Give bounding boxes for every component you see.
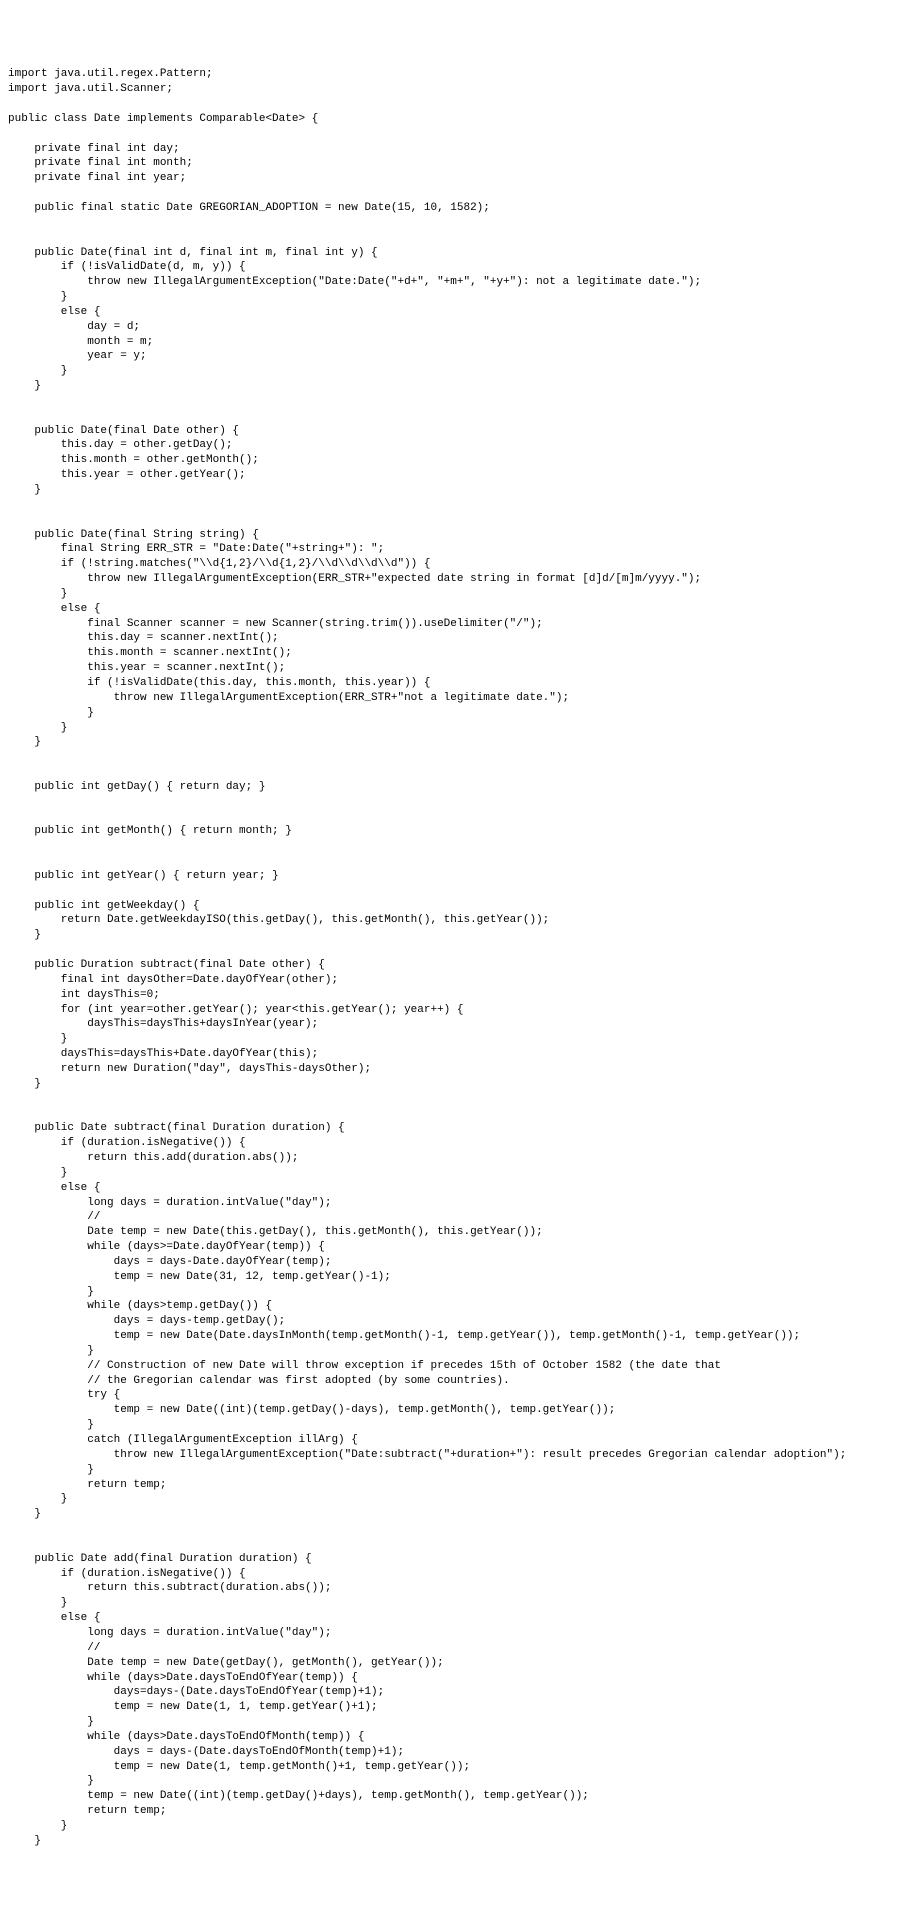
code-block: import java.util.regex.Pattern; import j… <box>8 67 914 1848</box>
code-content: import java.util.regex.Pattern; import j… <box>8 68 846 1846</box>
